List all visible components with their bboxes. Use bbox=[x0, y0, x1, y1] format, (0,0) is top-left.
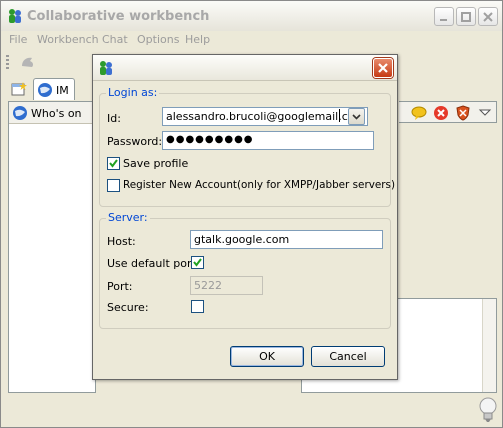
view-menu-icon[interactable] bbox=[477, 105, 493, 121]
chevron-down-icon bbox=[352, 114, 361, 120]
register-account-checkbox[interactable] bbox=[107, 179, 120, 192]
cancel-button[interactable]: Cancel bbox=[311, 346, 385, 367]
port-label: Port: bbox=[107, 280, 133, 293]
minimize-icon bbox=[440, 18, 447, 21]
maximize-button[interactable] bbox=[456, 7, 476, 26]
server-group: Server: Host: gtalk.google.com Use defau… bbox=[99, 211, 391, 329]
port-field-value: 5222 bbox=[194, 279, 222, 292]
ok-button[interactable]: OK bbox=[230, 346, 304, 367]
checkmark-icon bbox=[109, 159, 118, 168]
menu-file[interactable]: File bbox=[9, 33, 27, 46]
shield-icon[interactable] bbox=[455, 105, 471, 121]
id-dropdown-button[interactable] bbox=[348, 108, 365, 125]
login-group: Login as: Id: alessandro.brucoli@googlem… bbox=[99, 86, 395, 207]
window-title: Collaborative workbench bbox=[27, 9, 210, 24]
save-profile-checkbox[interactable] bbox=[107, 157, 120, 170]
checkmark-icon bbox=[193, 258, 202, 267]
default-port-checkbox[interactable] bbox=[191, 256, 204, 269]
disconnect-icon[interactable] bbox=[433, 105, 449, 121]
menu-chat[interactable]: Chat bbox=[102, 33, 128, 46]
view-toolbar bbox=[399, 101, 497, 123]
password-field[interactable]: ●●●●●●●●● bbox=[162, 131, 374, 150]
host-field[interactable]: gtalk.google.com bbox=[190, 230, 383, 249]
workbench-app-icon bbox=[9, 9, 21, 23]
register-account-label: Register New Account(only for XMPP/Jabbe… bbox=[123, 179, 395, 191]
id-label: Id: bbox=[107, 112, 121, 125]
vertical-scrollbar[interactable] bbox=[482, 299, 496, 392]
id-field-value: alessandro.brucoli@googlemail.com bbox=[166, 110, 366, 123]
text-cursor bbox=[339, 109, 340, 122]
close-icon bbox=[483, 11, 493, 22]
whos-online-panel: Who's on bbox=[8, 101, 96, 393]
maximize-icon bbox=[461, 11, 471, 22]
login-group-label: Login as: bbox=[106, 86, 160, 99]
minimize-button[interactable] bbox=[434, 7, 454, 26]
globe-icon bbox=[13, 106, 27, 120]
tab-im[interactable]: IM bbox=[33, 78, 75, 100]
password-label: Password: bbox=[107, 135, 163, 148]
open-perspective-icon[interactable] bbox=[11, 81, 27, 97]
host-label: Host: bbox=[107, 235, 136, 248]
dialog-title-bar[interactable] bbox=[93, 55, 397, 81]
dialog-close-button[interactable] bbox=[373, 58, 393, 78]
secure-label: Secure: bbox=[107, 301, 149, 314]
menu-bar: File Workbench Chat Options Help bbox=[1, 31, 502, 49]
secure-checkbox[interactable] bbox=[191, 300, 204, 313]
globe-icon bbox=[38, 83, 52, 97]
chat-bubble-icon[interactable] bbox=[411, 105, 427, 121]
close-window-button[interactable] bbox=[478, 7, 498, 26]
id-field[interactable]: alessandro.brucoli@googlemail.com bbox=[162, 107, 368, 126]
save-profile-label: Save profile bbox=[123, 157, 189, 170]
toolbar-grip[interactable] bbox=[6, 55, 9, 69]
menu-workbench[interactable]: Workbench bbox=[37, 33, 99, 46]
host-field-value: gtalk.google.com bbox=[194, 233, 290, 246]
tab-im-label: IM bbox=[56, 84, 69, 97]
connect-icon[interactable] bbox=[19, 54, 37, 70]
lightbulb-icon[interactable] bbox=[477, 397, 499, 423]
menu-help[interactable]: Help bbox=[185, 33, 210, 46]
whos-online-tab[interactable]: Who's on bbox=[9, 102, 95, 124]
server-group-label: Server: bbox=[106, 211, 150, 224]
main-title-bar[interactable]: Collaborative workbench bbox=[1, 1, 502, 31]
workbench-app-icon bbox=[100, 61, 112, 75]
whos-online-label: Who's on bbox=[31, 107, 82, 120]
default-port-label: Use default port bbox=[107, 257, 196, 270]
password-field-value: ●●●●●●●●● bbox=[166, 134, 254, 145]
close-icon bbox=[378, 63, 388, 73]
login-dialog: Login as: Id: alessandro.brucoli@googlem… bbox=[92, 54, 398, 380]
port-field[interactable]: 5222 bbox=[190, 276, 263, 295]
menu-options[interactable]: Options bbox=[137, 33, 179, 46]
